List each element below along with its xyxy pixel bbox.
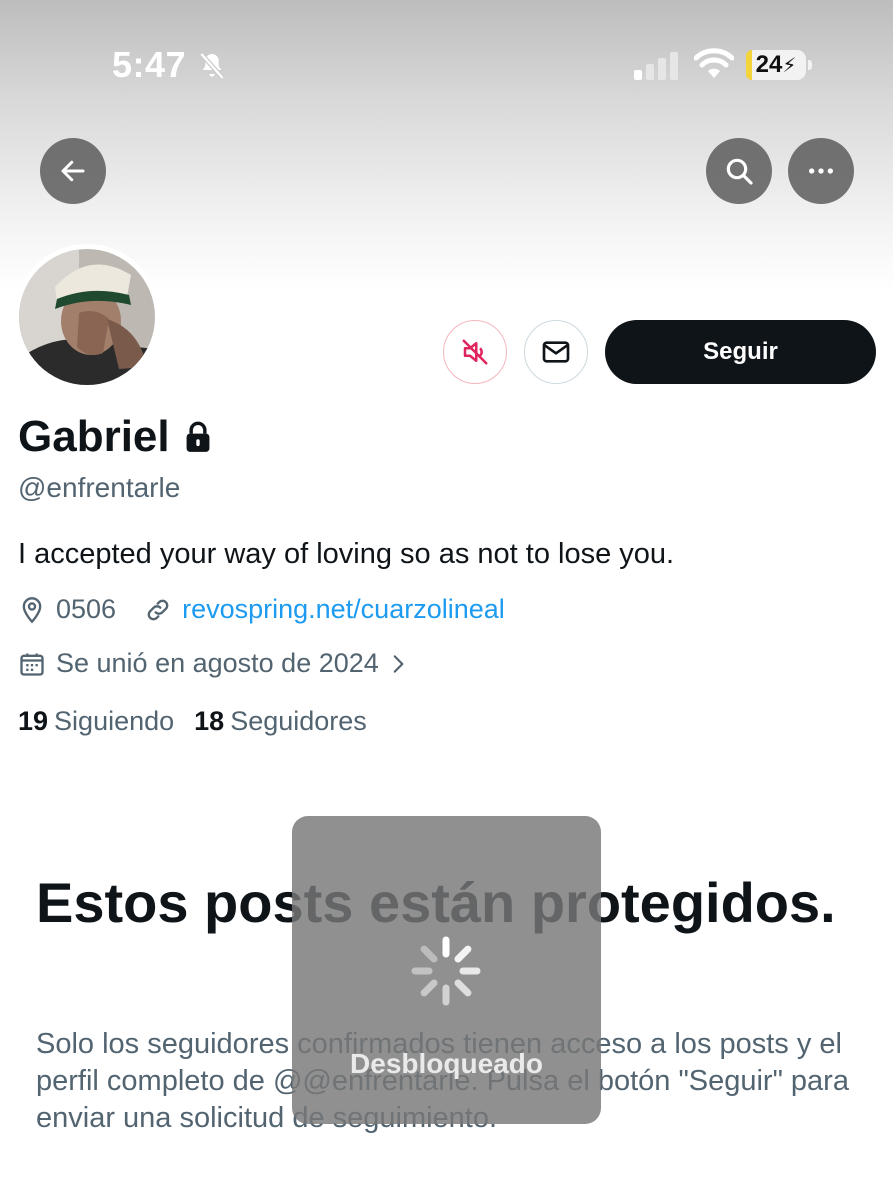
followers-count: 18	[194, 706, 225, 736]
following-label: Siguiendo	[54, 706, 175, 736]
website-link[interactable]: revospring.net/cuarzolineal	[182, 594, 505, 625]
display-name: Gabriel	[18, 412, 170, 461]
location-item: 0506	[18, 594, 116, 625]
joined-text: Se unió en agosto de 2024	[56, 648, 379, 678]
envelope-icon	[542, 341, 570, 363]
speaker-muted-icon	[462, 339, 488, 365]
location-pin-icon	[22, 596, 42, 623]
profile-bio: I accepted your way of loving so as not …	[18, 538, 675, 570]
arrow-left-icon	[61, 160, 85, 182]
joined-item[interactable]: Se unió en agosto de 2024	[18, 648, 419, 679]
status-time: 5:47	[112, 44, 187, 85]
unmute-button[interactable]	[443, 320, 507, 384]
more-options-button[interactable]	[788, 138, 854, 204]
search-icon	[726, 158, 753, 185]
following-count: 19	[18, 706, 49, 736]
followers-count-link[interactable]: 18 Seguidores	[194, 706, 367, 737]
wifi-icon	[693, 48, 735, 85]
avatar[interactable]	[14, 244, 160, 390]
loading-spinner-icon	[411, 936, 481, 1006]
search-button[interactable]	[706, 138, 772, 204]
follow-counts: 19 Siguiendo 18 Seguidores	[18, 706, 387, 737]
ellipsis-icon	[809, 168, 833, 174]
battery-charging-icon: 24⚡	[746, 50, 806, 80]
cellular-signal-icon	[634, 52, 680, 85]
profile-name-row: Gabriel	[18, 410, 212, 464]
bell-slash-icon	[196, 50, 228, 87]
following-count-link[interactable]: 19 Siguiendo	[18, 706, 174, 737]
hud-label: Desbloqueado	[350, 1048, 543, 1079]
message-button[interactable]	[524, 320, 588, 384]
lock-icon	[184, 414, 212, 464]
location-text: 0506	[56, 594, 117, 624]
unlock-hud: Desbloqueado	[292, 816, 601, 1124]
calendar-icon	[20, 653, 44, 676]
profile-meta-row: 0506 revospring.net/cuarzolineal	[18, 594, 505, 625]
profile-handle: @enfrentarle	[18, 472, 181, 503]
back-button[interactable]	[40, 138, 106, 204]
website-item[interactable]: revospring.net/cuarzolineal	[144, 594, 505, 625]
battery-level: 24⚡	[755, 51, 797, 78]
link-icon	[147, 599, 169, 620]
followers-label: Seguidores	[230, 706, 367, 736]
joined-row[interactable]: Se unió en agosto de 2024	[18, 648, 419, 679]
status-bar: 5:47 24⚡	[0, 0, 893, 130]
chevron-right-icon	[393, 654, 404, 673]
follow-button[interactable]: Seguir	[605, 320, 876, 384]
